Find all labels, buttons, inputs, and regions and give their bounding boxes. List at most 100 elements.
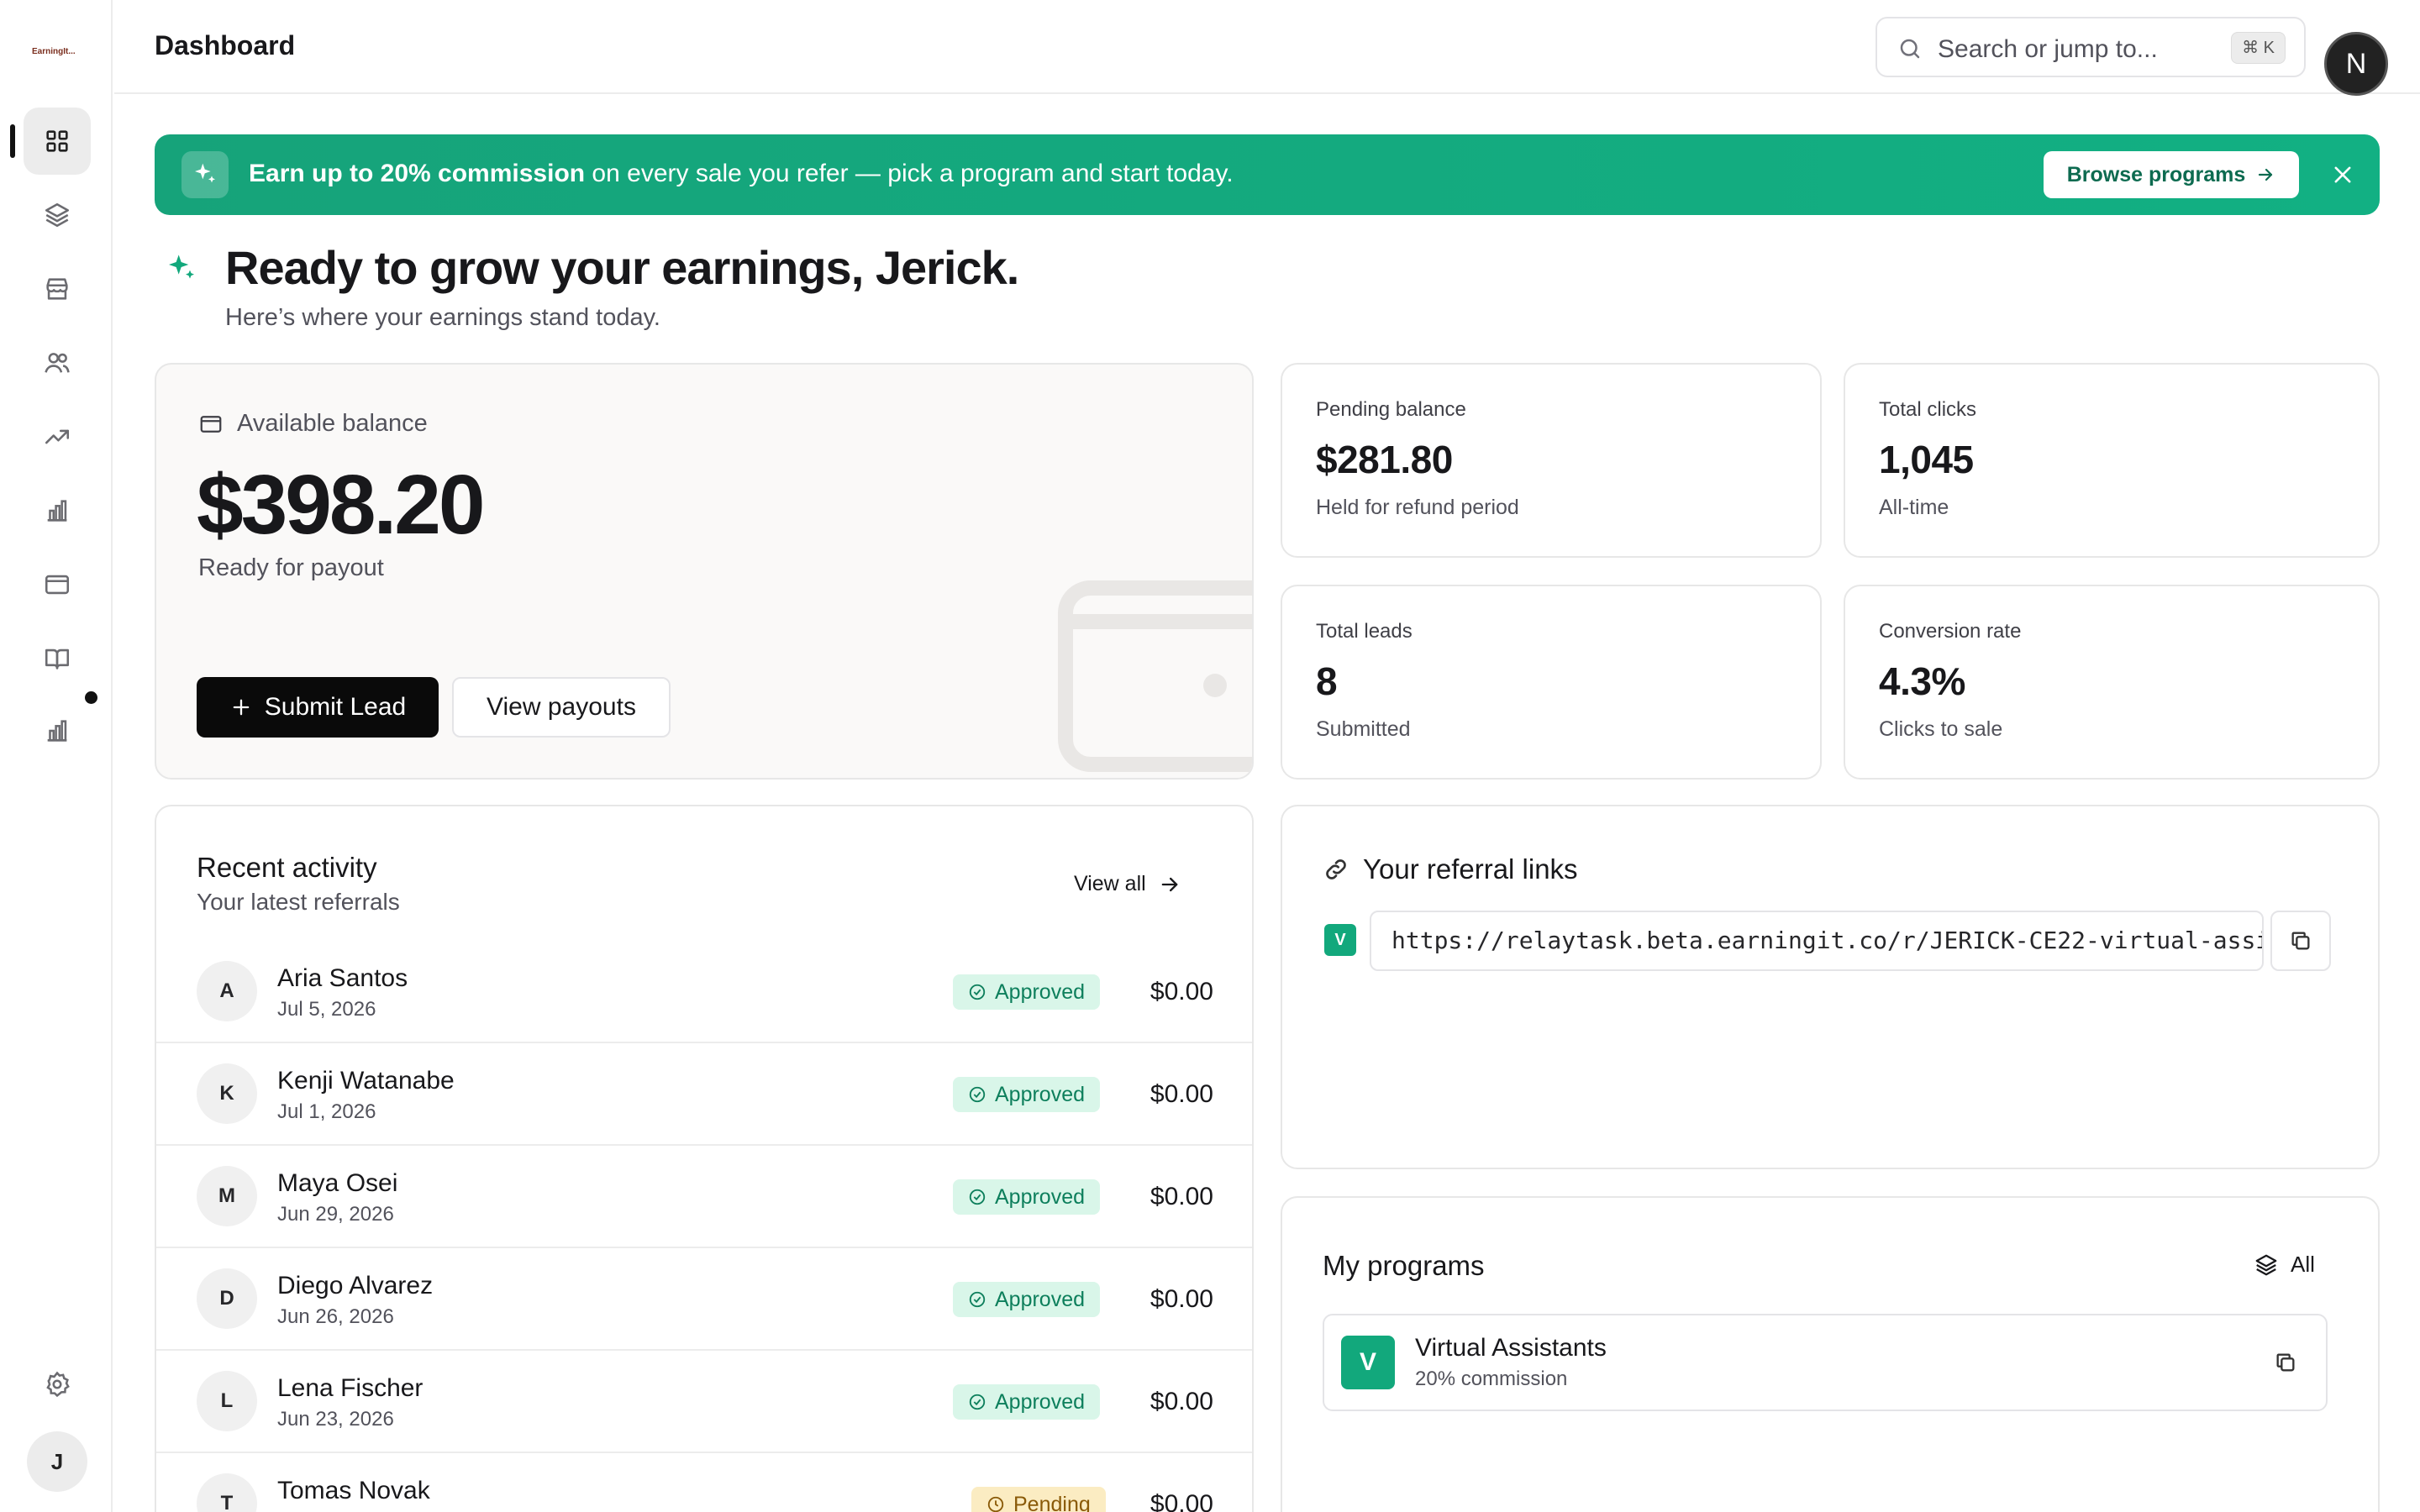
close-icon[interactable] [2326, 158, 2360, 192]
activity-row[interactable]: M Maya Osei Jun 29, 2026 Approved $0.00 [156, 1146, 1252, 1248]
status-badge: Pending [971, 1487, 1106, 1512]
bar-chart-icon [47, 500, 67, 522]
sidebar-item-settings[interactable] [24, 1351, 91, 1418]
activity-row[interactable]: D Diego Alvarez Jun 26, 2026 Approved $0… [156, 1248, 1252, 1351]
banner-text: Earn up to 20% commission on every sale … [249, 160, 1234, 188]
check-circle-icon [969, 1189, 986, 1205]
check-circle-icon [969, 984, 986, 1000]
keyboard-shortcut: ⌘ K [2231, 32, 2286, 64]
referral-amount: $0.00 [1150, 1285, 1213, 1313]
stat-label: Total clicks [1879, 398, 1977, 421]
activity-row[interactable]: L Lena Fischer Jun 23, 2026 Approved $0.… [156, 1351, 1252, 1453]
copy-icon[interactable] [2269, 1346, 2302, 1379]
program-item[interactable]: V Virtual Assistants 20% commission [1323, 1314, 2328, 1411]
view-all-link[interactable]: View all [1074, 872, 1181, 896]
referral-avatar: M [197, 1166, 257, 1226]
activity-row[interactable]: A Aria Santos Jul 5, 2026 Approved $0.00 [156, 941, 1252, 1043]
grid-icon [46, 130, 68, 152]
browse-programs-button[interactable]: Browse programs [2044, 151, 2299, 198]
page-title: Dashboard [155, 30, 296, 60]
submit-lead-button[interactable]: Submit Lead [197, 677, 439, 738]
sidebar-item-performance[interactable] [24, 403, 91, 470]
search-icon [1900, 39, 1920, 59]
search-input[interactable]: Search or jump to... ⌘ K [1876, 17, 2306, 77]
stat-card-conversion-rate: Conversion rate 4.3% Clicks to sale [1844, 585, 2380, 780]
stat-label: Total leads [1316, 620, 1413, 643]
program-name: Virtual Assistants [1415, 1334, 1607, 1362]
referral-link-field[interactable]: https://relaytask.beta.earningit.co/r/JE… [1370, 911, 2264, 971]
sparkle-icon [169, 255, 194, 279]
wallet-icon [45, 575, 70, 595]
check-circle-icon [969, 1291, 986, 1308]
status-label: Approved [995, 1287, 1086, 1311]
referral-date: Jun 23, 2026 [277, 1408, 394, 1431]
referral-links-title: Your referral links [1323, 853, 1578, 885]
users-icon [45, 353, 70, 373]
status-label: Approved [995, 979, 1086, 1004]
trending-up-icon [45, 429, 70, 444]
stat-subtitle: Submitted [1316, 717, 1411, 741]
referral-date: Jul 5, 2026 [277, 998, 376, 1021]
greeting-subtitle: Here’s where your earnings stand today. [225, 304, 660, 331]
arrow-right-icon [1161, 877, 1178, 891]
referral-avatar: K [197, 1063, 257, 1124]
sidebar-item-referrals[interactable] [24, 329, 91, 396]
sidebar-item-resources[interactable] [24, 625, 91, 692]
sidebar-item-programs[interactable] [24, 181, 91, 249]
referral-amount: $0.00 [1150, 1388, 1213, 1415]
referral-amount: $0.00 [1150, 978, 1213, 1005]
stat-card-total-leads: Total leads 8 Submitted [1281, 585, 1822, 780]
stat-card-pending-balance: Pending balance $281.80 Held for refund … [1281, 363, 1822, 558]
program-badge: V [1324, 924, 1356, 956]
sparkle-icon [182, 151, 229, 198]
plus-icon [233, 699, 250, 716]
activity-row[interactable]: K Kenji Watanabe Jul 1, 2026 Approved $0… [156, 1043, 1252, 1146]
user-avatar[interactable]: J [27, 1431, 87, 1492]
stat-subtitle: Clicks to sale [1879, 717, 2003, 741]
link-icon [1326, 859, 1346, 879]
referral-name: Aria Santos [277, 964, 408, 992]
search-placeholder: Search or jump to... [1938, 35, 2158, 63]
sidebar-item-reports[interactable] [24, 697, 91, 764]
top-header: Dashboard Search or jump to... ⌘ K [114, 0, 2420, 94]
promo-banner: Earn up to 20% commission on every sale … [155, 134, 2380, 215]
status-label: Approved [995, 1184, 1086, 1209]
balance-label-text: Available balance [237, 410, 428, 437]
sidebar-item-payouts[interactable] [24, 551, 91, 618]
wallet-icon [1058, 580, 1252, 772]
bar-chart-icon [47, 720, 67, 742]
referral-name: Diego Alvarez [277, 1272, 434, 1299]
copy-link-button[interactable] [2270, 911, 2331, 971]
all-programs-link[interactable]: All [2254, 1252, 2315, 1278]
stat-value: 4.3% [1879, 659, 1965, 703]
stat-value: $281.80 [1316, 438, 1453, 481]
store-icon [46, 278, 68, 300]
status-badge: Approved [953, 974, 1101, 1010]
active-indicator [10, 124, 15, 158]
view-payouts-button[interactable]: View payouts [452, 677, 671, 738]
account-avatar[interactable]: N [2324, 32, 2388, 96]
referral-name: Maya Osei [277, 1169, 398, 1197]
referral-date: Jul 1, 2026 [277, 1100, 376, 1123]
status-badge: Approved [953, 1179, 1101, 1215]
recent-activity-card: Recent activity Your latest referrals Vi… [155, 805, 1254, 1512]
my-programs-card: My programs All V Virtual Assistants 20%… [1281, 1196, 2380, 1512]
referral-avatar: D [197, 1268, 257, 1329]
activity-row[interactable]: T Tomas Novak Pending $0.00 [156, 1453, 1252, 1512]
programs-title: My programs [1323, 1250, 1485, 1281]
layers-icon [45, 202, 70, 228]
check-circle-icon [969, 1086, 986, 1103]
balance-subtitle: Ready for payout [198, 554, 384, 581]
app-logo[interactable]: EarningIt... [32, 47, 76, 56]
greeting-title: Ready to grow your earnings, Jerick. [225, 241, 1019, 294]
referral-name: Tomas Novak [277, 1477, 430, 1504]
referral-avatar: A [197, 961, 257, 1021]
sidebar-item-dashboard[interactable] [24, 108, 91, 175]
sidebar-item-analytics[interactable] [24, 477, 91, 544]
all-programs-label: All [2291, 1252, 2315, 1277]
stat-value: 1,045 [1879, 438, 1974, 481]
stat-subtitle: Held for refund period [1316, 496, 1519, 519]
sidebar-item-marketplace[interactable] [24, 255, 91, 323]
referral-name: Kenji Watanabe [277, 1067, 455, 1095]
referral-links-card: Your referral links V https://relaytask.… [1281, 805, 2380, 1169]
